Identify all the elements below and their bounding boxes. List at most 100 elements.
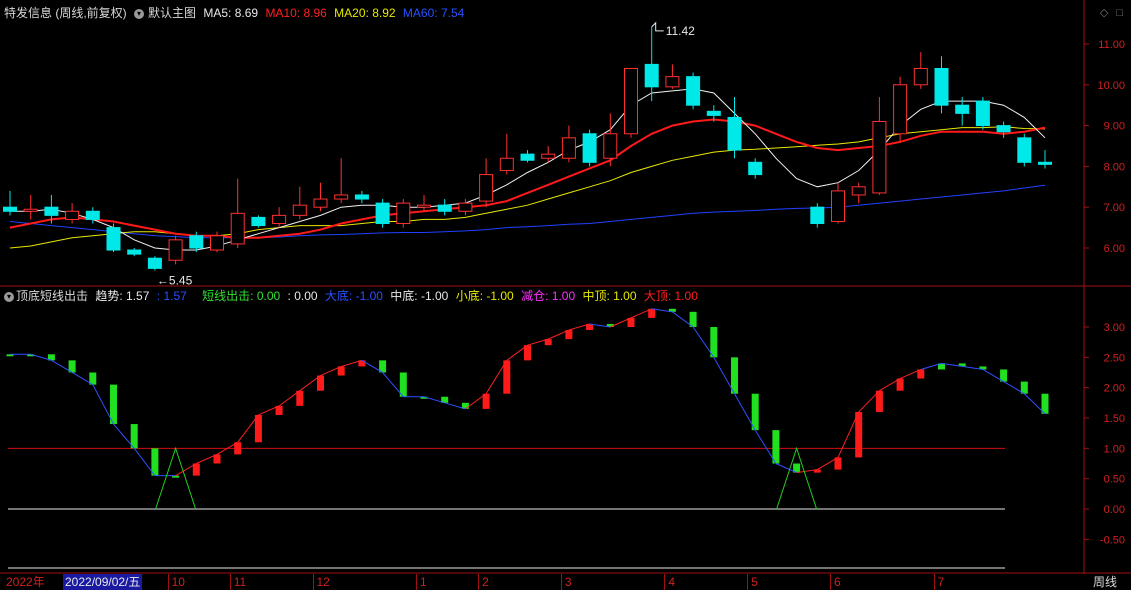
candle-body xyxy=(334,194,349,200)
indicator-bar xyxy=(772,430,780,464)
candle-body xyxy=(686,76,701,106)
small-bottom-value: 小底: -1.00 xyxy=(455,289,514,303)
candle-body xyxy=(147,257,162,269)
candle-body xyxy=(893,84,908,135)
candle-body xyxy=(748,161,763,176)
candle-body xyxy=(313,198,328,208)
price-tick-label: 7.00 xyxy=(1104,202,1125,214)
bottom-signal-triangle xyxy=(155,446,197,510)
bottom-signal-triangle xyxy=(776,446,818,510)
candle-body xyxy=(644,63,659,88)
candle-body xyxy=(975,100,990,127)
template-selector[interactable]: 默认主图 xyxy=(148,6,196,20)
month-tick: 12 xyxy=(312,574,330,590)
price-tick-label: 10.00 xyxy=(1097,80,1125,92)
candle-body xyxy=(85,210,100,220)
candle-body xyxy=(292,204,307,216)
indicator-bar xyxy=(855,411,863,458)
corner-controls: ◇ □ xyxy=(1092,6,1123,19)
indicator-bar xyxy=(731,357,738,394)
candle-body xyxy=(354,194,369,200)
month-tick: 3 xyxy=(560,574,572,590)
candle-body xyxy=(1038,161,1052,165)
big-bottom-value: 大底: -1.00 xyxy=(324,289,383,303)
reduce-value: 减仓: 1.00 xyxy=(521,289,576,303)
candle-body xyxy=(23,208,38,212)
candle-body xyxy=(810,206,825,225)
candle-body xyxy=(375,202,390,225)
short-signal-value: 短线出击: 0.00 xyxy=(202,289,281,303)
trend-value: 趋势: 1.57 xyxy=(95,289,150,303)
circle-chevron-icon[interactable]: ▾ xyxy=(4,291,14,302)
price-tick-label: 9.00 xyxy=(1104,121,1125,133)
price-tick-label: 11.00 xyxy=(1098,39,1125,51)
indicator-tick-label: 1.00 xyxy=(1104,443,1125,455)
month-tick: 4 xyxy=(664,574,675,590)
candle-body xyxy=(541,153,556,159)
indicator-tick-label: 2.00 xyxy=(1104,383,1125,395)
candle-body xyxy=(955,104,970,114)
candle-body xyxy=(913,67,928,86)
month-tick: 7 xyxy=(933,574,944,590)
indicator-header: ▾ 顶底短线出击 趋势: 1.57 : 1.57 短线出击: 0.00 : 0.0… xyxy=(4,287,702,305)
high-label: 11.42 xyxy=(666,24,695,38)
indicator-bars xyxy=(6,308,1049,478)
month-tick: 1 xyxy=(416,574,427,590)
candle-body xyxy=(230,212,245,245)
ma5-line xyxy=(10,88,1046,251)
indicator-bar xyxy=(751,393,759,431)
main-chart-header: 特发信息 (周线,前复权) ▾ 默认主图 MA5: 8.69 MA10: 8.96… xyxy=(4,4,468,22)
indicator-bar xyxy=(503,360,511,394)
diamond-icon[interactable]: ◇ xyxy=(1100,7,1108,19)
candle-body xyxy=(1017,137,1032,163)
indicator-bar xyxy=(151,448,159,476)
indicator-tick-label: 2.50 xyxy=(1104,352,1125,364)
month-tick: 2 xyxy=(478,574,489,590)
candle-body xyxy=(499,157,514,171)
candle-body xyxy=(127,249,142,255)
candle-body xyxy=(458,202,473,212)
mid-bottom-value: 中底: -1.00 xyxy=(390,289,449,303)
selected-date[interactable]: 2022/09/02/五 xyxy=(63,574,143,590)
ma20-label: MA20: 8.92 xyxy=(334,6,396,20)
mid-top-value: 中顶: 1.00 xyxy=(582,289,637,303)
trend-line xyxy=(10,308,1046,477)
ma10-label: MA10: 8.96 xyxy=(265,6,327,20)
candle-body xyxy=(851,186,866,196)
bottom-signals xyxy=(155,446,818,510)
indicator-bar xyxy=(254,414,262,443)
indicator-title[interactable]: 顶底短线出击 xyxy=(16,289,88,303)
candle-body xyxy=(3,206,17,212)
short-signal-value-2: : 0.00 xyxy=(287,289,318,303)
candle-body xyxy=(706,110,721,116)
candle-body xyxy=(251,216,266,227)
candle-body xyxy=(106,227,121,251)
candle-body xyxy=(831,190,845,222)
indicator-axis: 3.00 2.50 2.00 1.50 1.00 0.50 0.00 -0.50 xyxy=(1084,322,1125,546)
candle-body xyxy=(272,214,287,225)
candle-body xyxy=(934,67,949,106)
year-label: 2022年 xyxy=(6,575,45,589)
moving-average-lines xyxy=(9,88,1046,251)
ma20-line xyxy=(9,126,1046,249)
period-label[interactable]: 周线 xyxy=(1093,574,1117,590)
price-axis: 11.00 10.00 9.00 8.00 7.00 6.00 xyxy=(1084,39,1125,255)
candles[interactable] xyxy=(3,26,1052,271)
ma5-label: MA5: 8.69 xyxy=(203,6,259,20)
month-tick: 6 xyxy=(830,574,841,590)
price-tick-label: 6.00 xyxy=(1104,243,1125,255)
candle-body xyxy=(189,235,204,249)
indicator-tick-label: 1.50 xyxy=(1104,413,1125,425)
month-tick: 11 xyxy=(229,574,246,590)
big-top-value: 大顶: 1.00 xyxy=(643,289,698,303)
candle-body xyxy=(168,239,183,261)
square-icon[interactable]: □ xyxy=(1116,7,1123,19)
candle-body xyxy=(520,153,535,161)
ma60-label: MA60: 7.54 xyxy=(402,6,465,20)
indicator-tick-label: 0.00 xyxy=(1104,504,1125,516)
candle-body xyxy=(603,133,618,159)
circle-chevron-icon[interactable]: ▾ xyxy=(134,8,145,19)
month-tick: 5 xyxy=(747,574,758,590)
stock-title[interactable]: 特发信息 (周线,前复权) xyxy=(4,6,127,20)
candle-body xyxy=(396,202,411,225)
